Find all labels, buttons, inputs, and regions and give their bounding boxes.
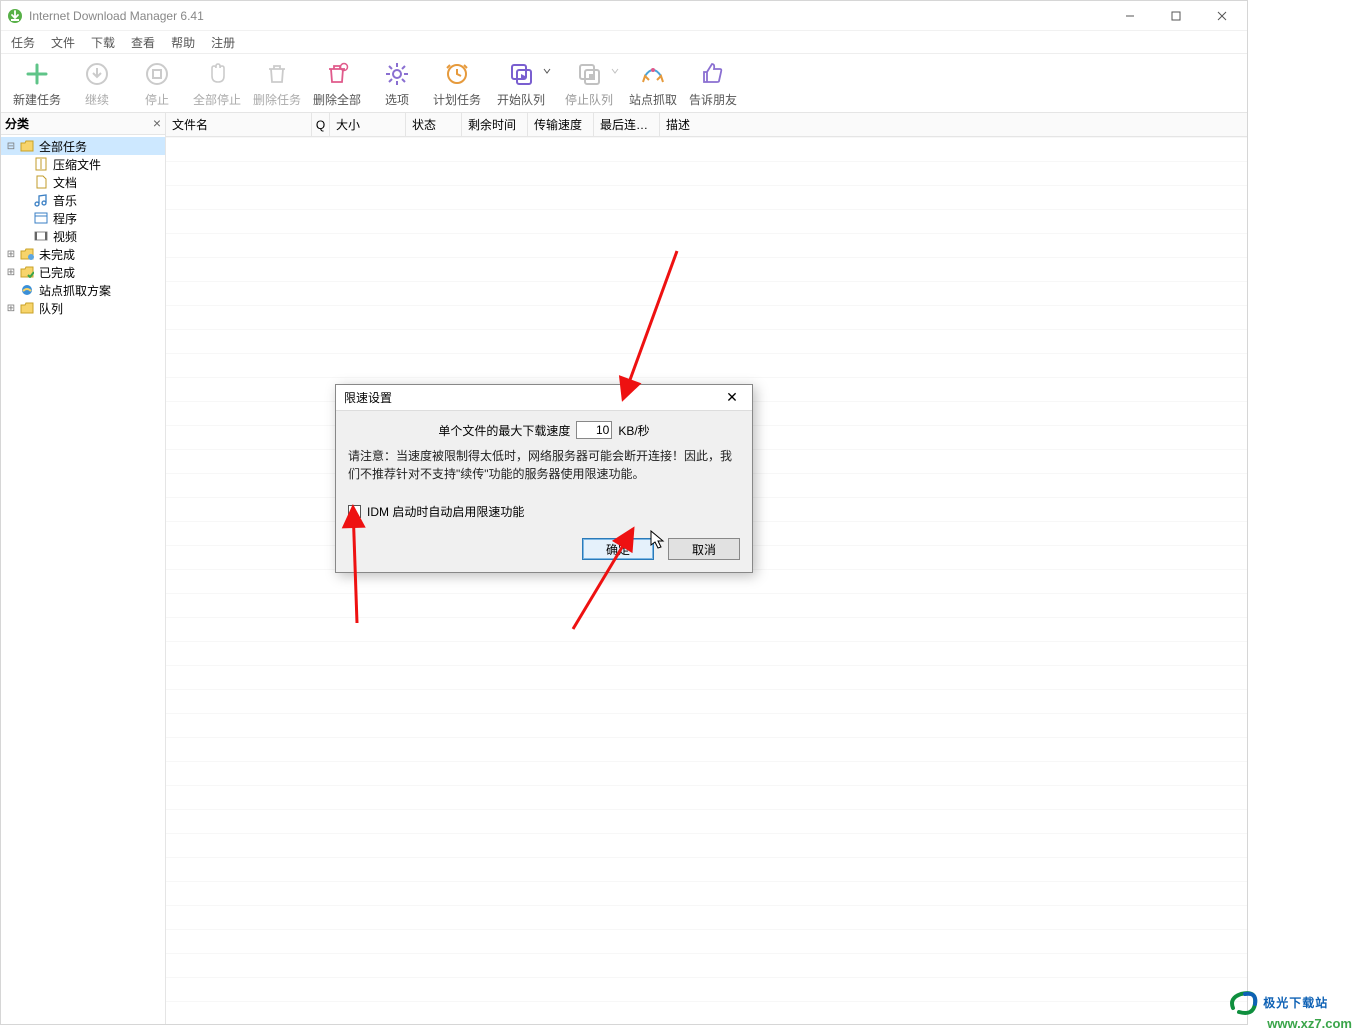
toolbar-delete[interactable]: 删除任务 [247,55,307,111]
tree-all-tasks[interactable]: ⊟ 全部任务 [1,137,165,155]
maximize-button[interactable] [1153,1,1199,31]
toolbar-stop[interactable]: 停止 [127,55,187,111]
titlebar: Internet Download Manager 6.41 [1,1,1247,31]
app-window: Internet Download Manager 6.41 任务 文件 下载 … [0,0,1248,1025]
app-icon [7,8,23,24]
tree-video[interactable]: 视频 [1,227,165,245]
chevron-down-icon[interactable] [543,67,551,75]
start-queue-icon [506,59,536,89]
resume-icon [82,59,112,89]
watermark: 极光下载站 www.xz7.com [1227,986,1352,1031]
col-speed[interactable]: 传输速度 [528,113,594,136]
menu-view[interactable]: 查看 [123,32,163,53]
col-status[interactable]: 状态 [406,113,462,136]
sidebar-header: 分类 [1,113,165,135]
trash-bang-icon [322,59,352,89]
toolbar-resume[interactable]: 继续 [67,55,127,111]
stop-icon [142,59,172,89]
unit-label: KB/秒 [618,422,649,439]
menu-tasks[interactable]: 任务 [3,32,43,53]
toolbar-delete-all[interactable]: 删除全部 [307,55,367,111]
watermark-logo-icon [1227,986,1259,1018]
col-q[interactable]: Q [312,113,330,136]
warning-text: 请注意：当速度被限制得太低时，网络服务器可能会断开连接！因此，我们不推荐针对不支… [348,447,740,483]
tree-docs[interactable]: 文档 [1,173,165,191]
cancel-button[interactable]: 取消 [668,538,740,560]
plus-icon [22,59,52,89]
expand-icon[interactable]: ⊞ [5,249,17,260]
toolbar-grabber[interactable]: 站点抓取 [623,55,683,111]
app-window-icon [33,210,49,226]
menu-file[interactable]: 文件 [43,32,83,53]
toolbar: 新建任务 继续 停止 全部停止 删除任务 [1,53,1247,113]
sidebar-title: 分类 [5,115,29,132]
folder-finished-icon [19,264,35,280]
toolbar-stop-all[interactable]: 全部停止 [187,55,247,111]
checkbox-icon [348,505,361,518]
tree-finished[interactable]: ⊞ 已完成 [1,263,165,281]
sidebar: 分类 × ⊟ 全部任务 压缩文件 文档 音乐 [1,113,166,1024]
column-headers: 文件名 Q 大小 状态 剩余时间 传输速度 最后连… 描述 [166,113,1247,137]
checkbox-label: IDM 启动时自动启用限速功能 [367,503,524,520]
document-icon [33,174,49,190]
col-filename[interactable]: 文件名 [166,113,312,136]
video-icon [33,228,49,244]
category-tree: ⊟ 全部任务 压缩文件 文档 音乐 程序 [1,135,165,319]
tree-unfinished[interactable]: ⊞ 未完成 [1,245,165,263]
collapse-icon[interactable]: ⊟ [5,141,17,152]
auto-enable-checkbox[interactable]: IDM 启动时自动启用限速功能 [348,503,740,520]
dialog-titlebar[interactable]: 限速设置 ✕ [336,385,752,411]
grabber-icon [638,59,668,89]
watermark-brand: 极光下载站 [1263,994,1328,1011]
dialog-title: 限速设置 [344,389,392,406]
menu-register[interactable]: 注册 [203,32,243,53]
watermark-url: www.xz7.com [1267,1016,1352,1031]
sidebar-close-button[interactable]: × [153,115,161,131]
window-title: Internet Download Manager 6.41 [29,9,204,23]
max-speed-label: 单个文件的最大下载速度 [438,422,570,439]
expand-icon[interactable]: ⊞ [5,303,17,314]
ok-button[interactable]: 确定 [582,538,654,560]
music-icon [33,192,49,208]
stop-queue-icon [574,59,604,89]
tree-music[interactable]: 音乐 [1,191,165,209]
toolbar-scheduler[interactable]: 计划任务 [427,55,487,111]
col-timeleft[interactable]: 剩余时间 [462,113,528,136]
tree-archive[interactable]: 压缩文件 [1,155,165,173]
tree-grabbed[interactable]: 站点抓取方案 [1,281,165,299]
close-button[interactable] [1199,1,1245,31]
expand-icon[interactable]: ⊞ [5,267,17,278]
speed-limit-dialog: 限速设置 ✕ 单个文件的最大下载速度 KB/秒 请注意：当速度被限制得太低时，网… [335,384,753,573]
menu-download[interactable]: 下载 [83,32,123,53]
folder-icon [19,300,35,316]
toolbar-new[interactable]: 新建任务 [7,55,67,111]
toolbar-start-queue[interactable]: 开始队列 [487,55,555,111]
toolbar-stop-queue[interactable]: 停止队列 [555,55,623,111]
folder-icon [19,138,35,154]
toolbar-options[interactable]: 选项 [367,55,427,111]
archive-icon [33,156,49,172]
max-speed-input[interactable] [576,421,612,439]
tree-queue[interactable]: ⊞ 队列 [1,299,165,317]
menubar: 任务 文件 下载 查看 帮助 注册 [1,31,1247,53]
gear-icon [382,59,412,89]
thumb-icon [698,59,728,89]
ie-icon [19,282,35,298]
menu-help[interactable]: 帮助 [163,32,203,53]
clock-icon [442,59,472,89]
toolbar-tell-friend[interactable]: 告诉朋友 [683,55,743,111]
col-size[interactable]: 大小 [330,113,406,136]
chevron-down-icon[interactable] [611,67,619,75]
dialog-close-button[interactable]: ✕ [720,389,744,406]
minimize-button[interactable] [1107,1,1153,31]
download-grid[interactable] [166,137,1247,1024]
folder-unfinished-icon [19,246,35,262]
hand-icon [202,59,232,89]
tree-apps[interactable]: 程序 [1,209,165,227]
trash-icon [262,59,292,89]
col-desc[interactable]: 描述 [660,113,1247,136]
col-lasttry[interactable]: 最后连… [594,113,660,136]
